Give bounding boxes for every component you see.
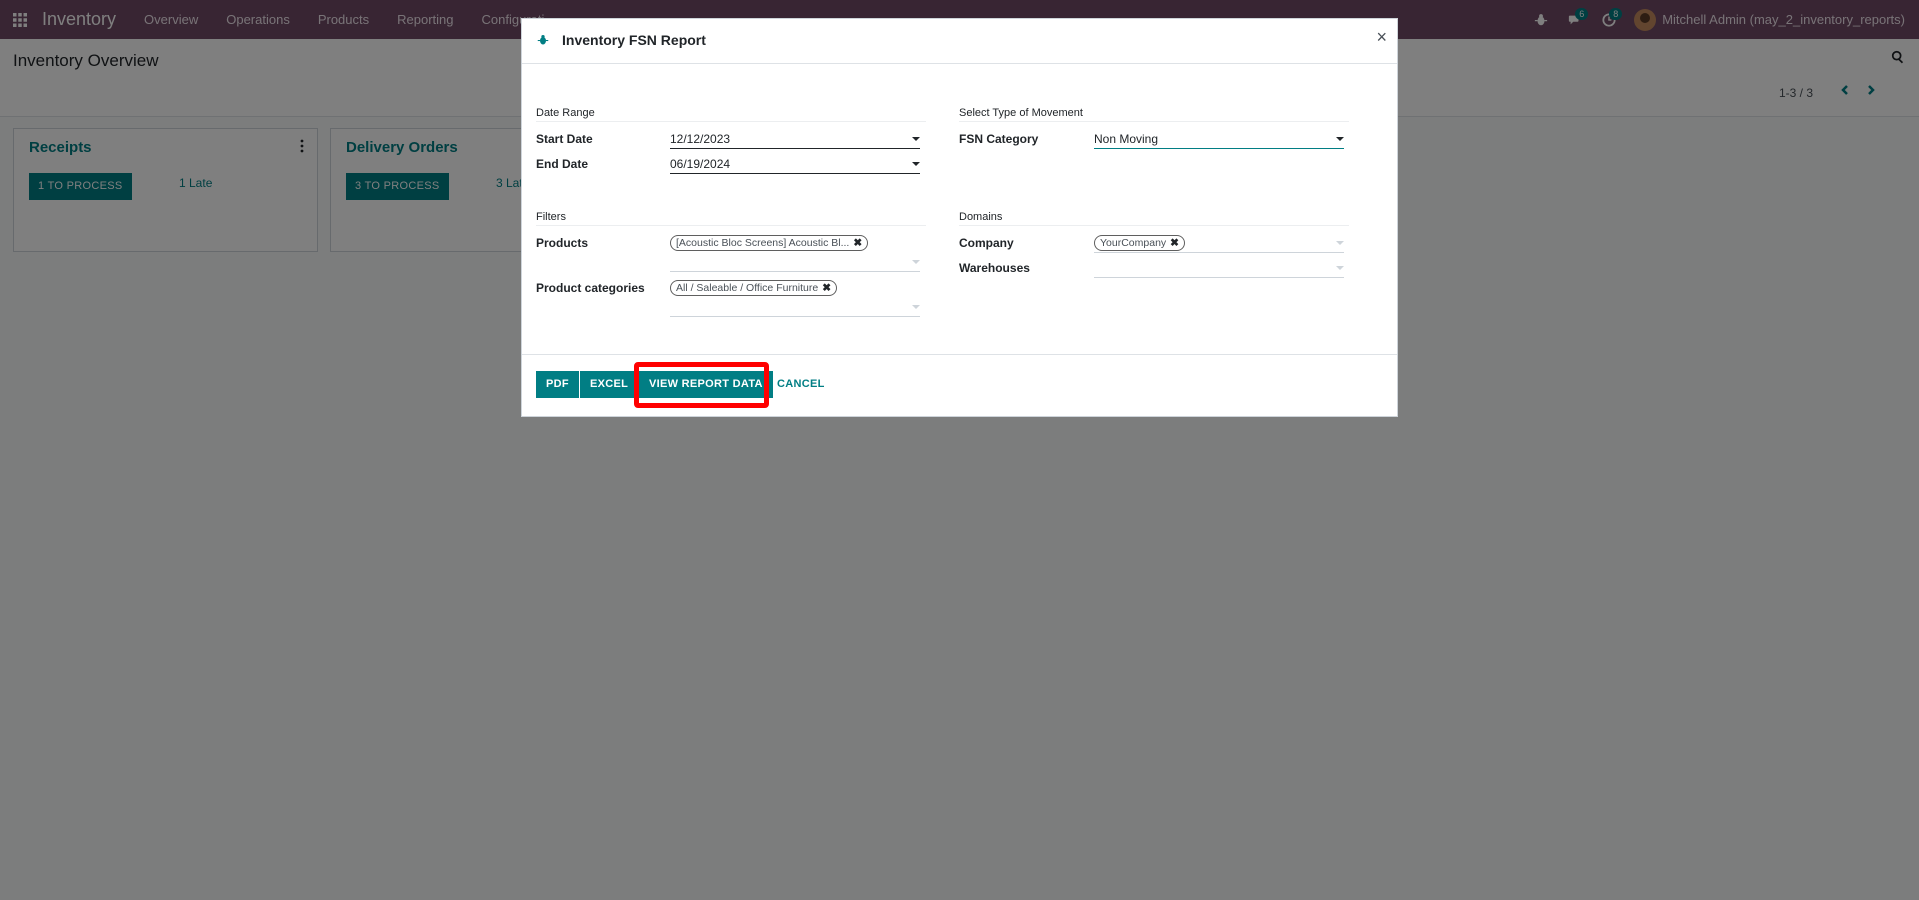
fsn-category-label: FSN Category bbox=[959, 132, 1039, 146]
end-date-field[interactable]: 06/19/2024 bbox=[670, 155, 920, 174]
category-tag-label: All / Saleable / Office Furniture bbox=[676, 282, 819, 294]
date-range-label: Date Range bbox=[536, 107, 595, 119]
chevron-down-icon[interactable] bbox=[1336, 137, 1344, 141]
chevron-down-icon[interactable] bbox=[1336, 266, 1344, 270]
divider bbox=[536, 225, 926, 226]
remove-tag-icon[interactable]: ✖ bbox=[853, 237, 862, 249]
excel-button[interactable]: EXCEL bbox=[580, 371, 639, 398]
remove-tag-icon[interactable]: ✖ bbox=[1170, 237, 1179, 249]
fsn-category-select[interactable]: Non Moving bbox=[1094, 130, 1344, 149]
warehouses-input[interactable] bbox=[1094, 259, 1344, 278]
bug-icon bbox=[537, 34, 549, 46]
modal-title: Inventory FSN Report bbox=[562, 32, 706, 48]
divider bbox=[959, 225, 1349, 226]
domains-label: Domains bbox=[959, 211, 1003, 223]
highlight-box bbox=[634, 362, 769, 408]
start-date-label: Start Date bbox=[536, 132, 593, 146]
products-input[interactable] bbox=[670, 253, 920, 272]
company-label: Company bbox=[959, 236, 1014, 250]
remove-tag-icon[interactable]: ✖ bbox=[822, 282, 831, 294]
products-label: Products bbox=[536, 236, 589, 250]
chevron-down-icon[interactable] bbox=[912, 305, 920, 309]
chevron-down-icon[interactable] bbox=[1336, 241, 1344, 245]
end-date-label: End Date bbox=[536, 157, 589, 171]
filters-label: Filters bbox=[536, 211, 566, 223]
product-categories-label: Product categories bbox=[536, 281, 645, 295]
movement-type-label: Select Type of Movement bbox=[959, 107, 1083, 119]
end-date-value: 06/19/2024 bbox=[670, 157, 731, 171]
start-date-value: 12/12/2023 bbox=[670, 132, 731, 146]
pdf-button[interactable]: PDF bbox=[536, 371, 579, 398]
close-icon[interactable]: × bbox=[1376, 27, 1387, 48]
product-tag[interactable]: [Acoustic Bloc Screens] Acoustic Bl... ✖ bbox=[670, 235, 869, 251]
fsn-report-dialog: Inventory FSN Report × Date Range Start … bbox=[521, 18, 1398, 417]
warehouses-label: Warehouses bbox=[959, 261, 1030, 275]
chevron-down-icon[interactable] bbox=[912, 260, 920, 264]
company-tag-label: YourCompany bbox=[1100, 237, 1167, 249]
product-tag-label: [Acoustic Bloc Screens] Acoustic Bl... bbox=[676, 237, 850, 249]
chevron-down-icon[interactable] bbox=[912, 137, 920, 141]
start-date-field[interactable]: 12/12/2023 bbox=[670, 130, 920, 149]
chevron-down-icon[interactable] bbox=[912, 162, 920, 166]
modal-header: Inventory FSN Report × bbox=[522, 19, 1397, 64]
divider bbox=[536, 121, 926, 122]
cancel-button[interactable]: CANCEL bbox=[777, 371, 825, 398]
divider bbox=[959, 121, 1349, 122]
fsn-category-value: Non Moving bbox=[1094, 132, 1159, 146]
modal-footer: PDF EXCEL VIEW REPORT DATA CANCEL bbox=[522, 354, 1397, 416]
company-tag[interactable]: YourCompany ✖ bbox=[1094, 235, 1185, 251]
product-categories-input[interactable] bbox=[670, 298, 920, 317]
category-tag[interactable]: All / Saleable / Office Furniture ✖ bbox=[670, 280, 838, 296]
